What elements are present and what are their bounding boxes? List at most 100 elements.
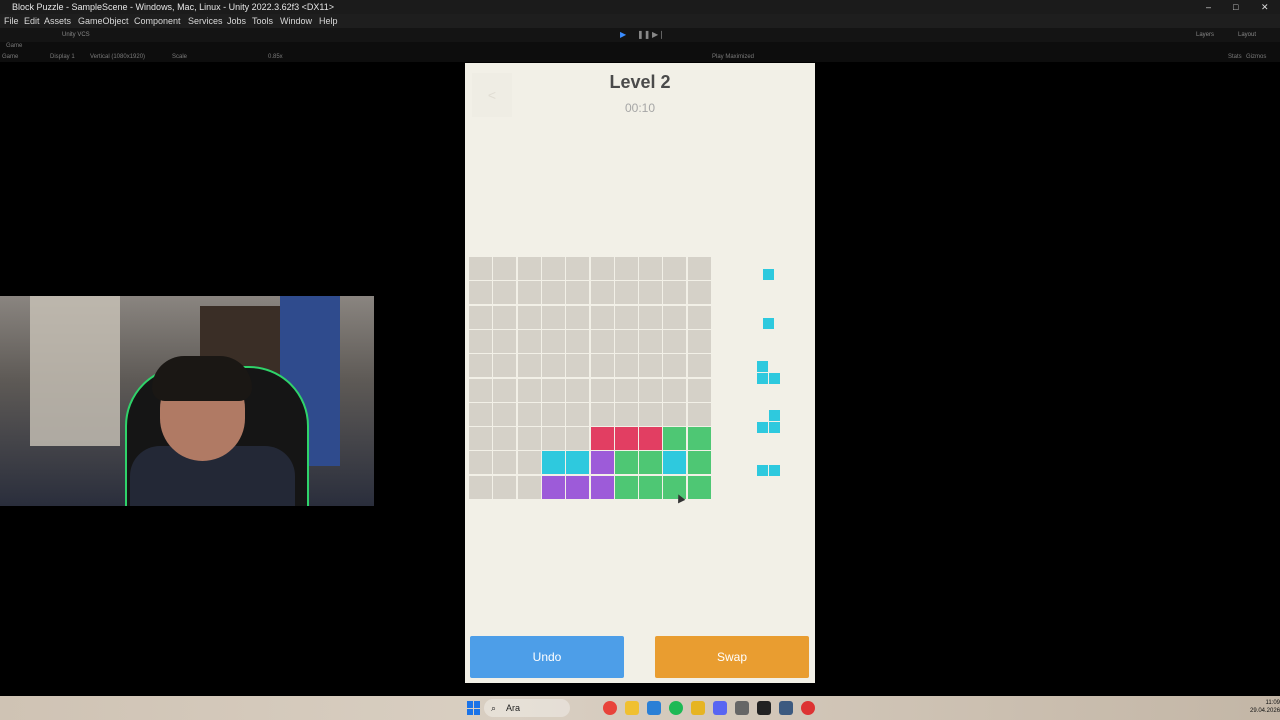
board-cell-filled[interactable] [590,427,614,451]
board-cell[interactable] [493,402,517,426]
windows-start-icon[interactable] [467,701,481,715]
board-cell[interactable] [687,329,711,353]
board-cell[interactable] [614,281,638,305]
board-cell[interactable] [687,402,711,426]
board-cell[interactable] [566,281,590,305]
tray-piece[interactable] [763,269,775,281]
board-cell[interactable] [639,257,663,280]
board-cell[interactable] [517,427,541,451]
file-explorer-icon[interactable] [625,701,639,715]
board-cell[interactable] [614,378,638,402]
menu-tools[interactable]: Tools [252,14,273,28]
board-cell[interactable] [493,354,517,378]
board-cell[interactable] [566,354,590,378]
menu-gameobject[interactable]: GameObject [78,14,129,28]
swap-button[interactable]: Swap [655,636,809,678]
display-dropdown[interactable]: Display 1 [50,54,75,60]
board-cell[interactable] [541,257,565,280]
board-cell-filled[interactable] [687,451,711,475]
board-cell[interactable] [517,378,541,402]
board-cell[interactable] [469,402,492,426]
board-cell-filled[interactable] [663,427,687,451]
discord-icon[interactable] [713,701,727,715]
puzzle-board[interactable] [469,257,712,500]
board-cell[interactable] [566,427,590,451]
menu-help[interactable]: Help [319,14,338,28]
board-cell[interactable] [541,378,565,402]
tray-piece[interactable] [763,318,775,330]
board-cell-filled[interactable] [614,475,638,499]
taskbar-search[interactable]: ⌕ Ara [484,699,570,717]
board-cell[interactable] [517,354,541,378]
board-cell[interactable] [590,354,614,378]
board-cell[interactable] [541,427,565,451]
board-cell[interactable] [469,354,492,378]
board-cell-filled[interactable] [566,475,590,499]
board-cell-filled[interactable] [590,475,614,499]
menu-window[interactable]: Window [280,14,312,28]
board-cell[interactable] [663,378,687,402]
board-cell[interactable] [493,378,517,402]
board-cell[interactable] [493,475,517,499]
board-cell[interactable] [614,257,638,280]
board-cell-filled[interactable] [590,451,614,475]
tray-piece[interactable] [757,465,781,477]
board-cell[interactable] [614,354,638,378]
board-cell[interactable] [639,329,663,353]
board-cell[interactable] [493,451,517,475]
maximize-button[interactable]: □ [1233,0,1238,14]
menu-assets[interactable]: Assets [44,14,71,28]
board-cell[interactable] [469,305,492,329]
board-cell-filled[interactable] [541,451,565,475]
board-cell[interactable] [566,257,590,280]
system-clock[interactable]: 11:09 29.04.2026 [1250,699,1280,715]
play-mode-dropdown[interactable]: Play Maximized [712,54,754,60]
board-cell[interactable] [614,402,638,426]
scale-value[interactable]: 0.85x [268,54,283,60]
menu-component[interactable]: Component [134,14,181,28]
tray-piece[interactable] [757,410,781,434]
board-cell[interactable] [469,329,492,353]
board-cell[interactable] [663,354,687,378]
layers-dropdown[interactable]: Layers [1196,28,1214,42]
steam-icon[interactable] [779,701,793,715]
board-cell[interactable] [541,354,565,378]
board-cell-filled[interactable] [639,475,663,499]
stats-button[interactable]: Stats [1228,54,1242,60]
board-cell[interactable] [517,329,541,353]
unity-hub-icon[interactable] [735,701,749,715]
board-cell[interactable] [517,475,541,499]
board-cell[interactable] [493,305,517,329]
board-cell[interactable] [566,305,590,329]
board-cell[interactable] [493,281,517,305]
menu-file[interactable]: File [4,14,19,28]
board-cell[interactable] [493,257,517,280]
board-cell[interactable] [590,281,614,305]
board-cell[interactable] [687,305,711,329]
board-cell[interactable] [639,354,663,378]
board-cell[interactable] [541,305,565,329]
board-cell[interactable] [663,329,687,353]
layout-dropdown[interactable]: Layout [1238,28,1256,42]
pause-icon[interactable]: ❚❚ [637,28,650,42]
menu-services[interactable]: Services [188,14,223,28]
board-cell[interactable] [590,257,614,280]
board-cell[interactable] [517,281,541,305]
board-cell-filled[interactable] [614,451,638,475]
board-cell[interactable] [469,257,492,280]
step-icon[interactable]: ▶❘ [652,28,665,42]
board-cell[interactable] [639,305,663,329]
undo-button[interactable]: Undo [470,636,624,678]
view-dropdown[interactable]: Game [2,54,18,60]
board-cell[interactable] [663,402,687,426]
board-cell[interactable] [541,281,565,305]
board-cell[interactable] [517,402,541,426]
board-cell-filled[interactable] [687,475,711,499]
close-button[interactable]: ✕ [1261,0,1269,14]
board-cell-filled[interactable] [566,451,590,475]
board-cell-filled[interactable] [639,427,663,451]
gizmos-button[interactable]: Gizmos [1246,54,1266,60]
board-cell-filled[interactable] [614,427,638,451]
board-cell-filled[interactable] [541,475,565,499]
board-cell[interactable] [469,281,492,305]
